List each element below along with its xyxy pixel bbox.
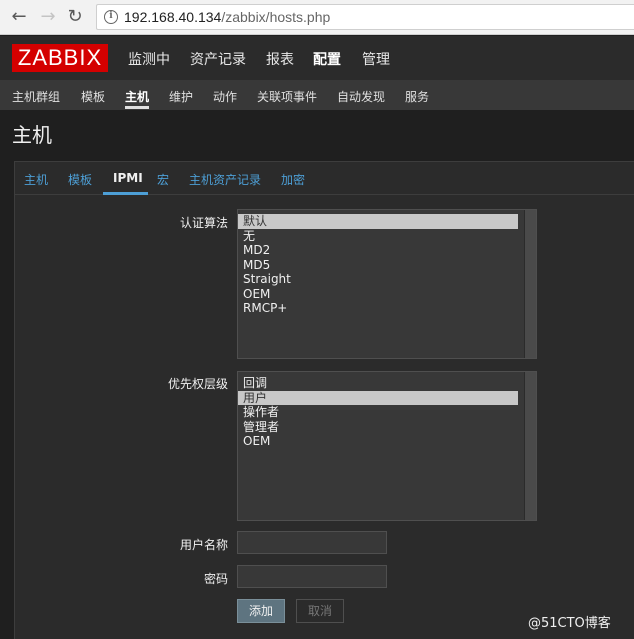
auth-listbox-scrollbar[interactable] — [524, 210, 536, 358]
sub-menu-actions[interactable]: 动作 — [213, 88, 237, 105]
tab-templates[interactable]: 模板 — [68, 171, 92, 188]
sub-menu-hosts[interactable]: 主机 — [125, 88, 149, 105]
privilege-option-user[interactable]: 用户 — [238, 390, 518, 405]
url-path: /zabbix/hosts.php — [221, 9, 331, 25]
sub-menu-services[interactable]: 服务 — [405, 88, 429, 105]
reload-icon[interactable]: ↻ — [64, 6, 86, 28]
main-navigation: ZABBIX 监测中 资产记录 报表 配置 管理 — [0, 36, 634, 80]
sub-menu-maintenance[interactable]: 维护 — [169, 88, 193, 105]
tab-inventory[interactable]: 主机资产记录 — [189, 171, 261, 188]
username-label: 用户名称 — [179, 538, 228, 552]
privilege-option-operator[interactable]: 操作者 — [238, 405, 518, 420]
auth-option-md2[interactable]: MD2 — [238, 243, 518, 258]
auth-option-straight[interactable]: Straight — [238, 272, 518, 287]
password-label: 密码 — [203, 572, 228, 586]
privilege-level-listbox[interactable]: 回调 用户 操作者 管理者 OEM — [237, 371, 537, 521]
sub-menu-correlation[interactable]: 关联项事件 — [257, 88, 317, 105]
auth-option-rmcp[interactable]: RMCP+ — [238, 301, 518, 316]
form-tabs: 主机 模板 IPMI 宏 主机资产记录 加密 — [15, 162, 634, 195]
menu-monitoring[interactable]: 监测中 — [128, 49, 170, 69]
tab-ipmi[interactable]: IPMI — [113, 171, 143, 185]
auth-option-oem[interactable]: OEM — [238, 287, 518, 302]
host-form-panel: 主机 模板 IPMI 宏 主机资产记录 加密 认证算法 默认 无 MD2 MD5… — [14, 161, 634, 639]
password-input[interactable] — [237, 565, 387, 588]
cancel-button[interactable]: 取消 — [296, 599, 344, 623]
menu-reports[interactable]: 报表 — [266, 49, 294, 69]
menu-configuration[interactable]: 配置 — [313, 49, 341, 69]
zabbix-logo[interactable]: ZABBIX — [12, 44, 108, 72]
url-text: 192.168.40.134/zabbix/hosts.php — [124, 9, 330, 25]
page-title: 主机 — [12, 123, 52, 147]
watermark: @51CTO博客 — [528, 616, 611, 631]
forward-arrow-icon[interactable]: → — [37, 6, 59, 28]
active-tab-indicator — [103, 192, 148, 195]
browser-toolbar: ← → ↻ i 192.168.40.134/zabbix/hosts.php — [0, 0, 634, 35]
privilege-option-callback[interactable]: 回调 — [238, 376, 518, 391]
title-bar: 主机 — [0, 110, 634, 150]
tab-encryption[interactable]: 加密 — [281, 171, 305, 188]
auth-option-md5[interactable]: MD5 — [238, 258, 518, 273]
auth-algorithm-listbox[interactable]: 默认 无 MD2 MD5 Straight OEM RMCP+ — [237, 209, 537, 359]
address-bar[interactable]: i 192.168.40.134/zabbix/hosts.php — [96, 4, 634, 30]
active-sub-menu-indicator — [125, 106, 149, 109]
auth-algorithm-label: 认证算法 — [179, 216, 228, 230]
privilege-option-oem[interactable]: OEM — [238, 434, 518, 449]
privilege-option-admin[interactable]: 管理者 — [238, 420, 518, 435]
auth-option-none[interactable]: 无 — [238, 229, 518, 244]
privilege-listbox-scrollbar[interactable] — [524, 372, 536, 520]
auth-option-default[interactable]: 默认 — [238, 214, 518, 229]
privilege-level-label: 优先权层级 — [167, 377, 228, 391]
sub-menu-host-groups[interactable]: 主机群组 — [12, 88, 60, 105]
sub-menu-discovery[interactable]: 自动发现 — [337, 88, 385, 105]
sub-menu-templates[interactable]: 模板 — [81, 88, 105, 105]
info-icon[interactable]: i — [104, 10, 118, 24]
back-arrow-icon[interactable]: ← — [8, 6, 30, 28]
add-button[interactable]: 添加 — [237, 599, 285, 623]
tab-host[interactable]: 主机 — [24, 171, 48, 188]
username-input[interactable] — [237, 531, 387, 554]
tab-macros[interactable]: 宏 — [157, 171, 169, 188]
url-host: 192.168.40.134 — [124, 9, 222, 25]
sub-navigation: 主机群组 模板 主机 维护 动作 关联项事件 自动发现 服务 — [0, 80, 634, 110]
menu-inventory[interactable]: 资产记录 — [190, 49, 246, 69]
menu-administration[interactable]: 管理 — [362, 49, 390, 69]
